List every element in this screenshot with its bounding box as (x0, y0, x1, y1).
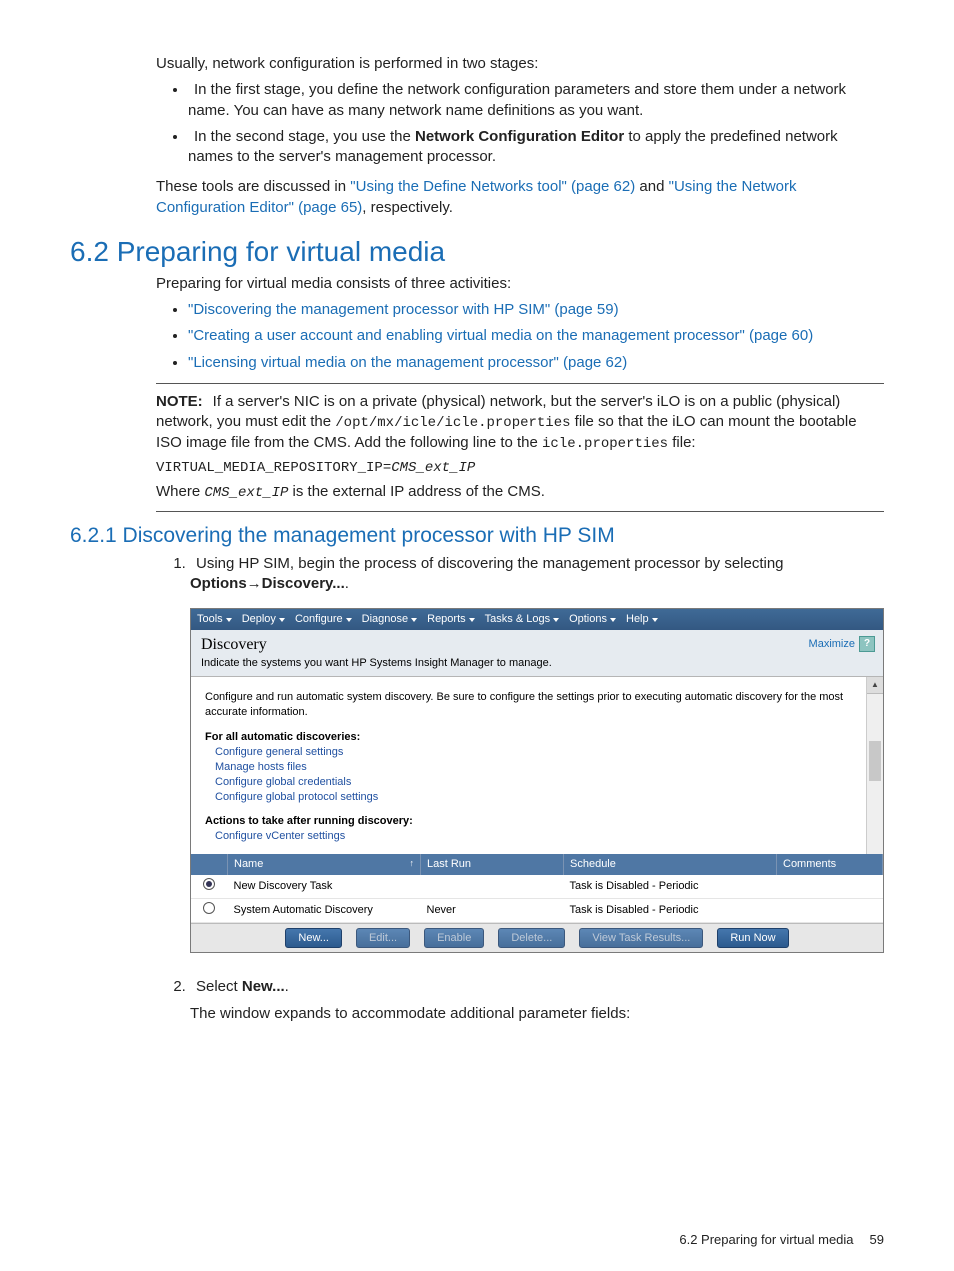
caret-down-icon (469, 618, 475, 622)
sim-title: Discovery (201, 634, 873, 656)
col-last-run[interactable]: Last Run (421, 854, 564, 875)
sec62-lead: Preparing for virtual media consists of … (156, 274, 884, 294)
link-vcenter-settings[interactable]: Configure vCenter settings (215, 829, 869, 844)
link-manage-hosts[interactable]: Manage hosts files (215, 760, 869, 775)
link-discovering-mp[interactable]: "Discovering the management processor wi… (188, 301, 619, 318)
menu-diagnose[interactable]: Diagnose (362, 612, 417, 627)
caret-down-icon (411, 618, 417, 622)
note-after: Where CMS_ext_IP is the external IP addr… (156, 482, 884, 503)
table-row[interactable]: New Discovery Task Task is Disabled - Pe… (191, 875, 883, 898)
help-icon[interactable]: ? (859, 636, 875, 652)
caret-down-icon (610, 618, 616, 622)
scrollbar[interactable]: ▲ (866, 677, 883, 854)
caret-down-icon (226, 618, 232, 622)
link-licensing-media[interactable]: "Licensing virtual media on the manageme… (188, 354, 627, 371)
hp-sim-screenshot: Tools Deploy Configure Diagnose Reports … (190, 608, 884, 953)
caret-down-icon (279, 618, 285, 622)
page-footer: 6.2 Preparing for virtual media59 (679, 1232, 884, 1247)
scroll-thumb[interactable] (869, 741, 881, 781)
enable-button[interactable]: Enable (424, 928, 484, 949)
link-define-networks[interactable]: "Using the Define Networks tool" (page 6… (350, 178, 635, 195)
rule-bottom (156, 511, 884, 512)
col-schedule[interactable]: Schedule (564, 854, 777, 875)
link-creating-user[interactable]: "Creating a user account and enabling vi… (188, 327, 813, 344)
run-now-button[interactable]: Run Now (717, 928, 788, 949)
col-comments[interactable]: Comments (777, 854, 883, 875)
stage-bullet-2: In the second stage, you use the Network… (188, 127, 884, 168)
new-button[interactable]: New... (285, 928, 342, 949)
heading-6-2: 6.2 Preparing for virtual media (70, 236, 884, 268)
sim-sect2-title: Actions to take after running discovery: (205, 814, 869, 829)
step-2-after: The window expands to accommodate additi… (190, 1004, 884, 1024)
menu-deploy[interactable]: Deploy (242, 612, 285, 627)
sim-subtitle: Indicate the systems you want HP Systems… (201, 656, 873, 671)
table-row[interactable]: System Automatic Discovery Never Task is… (191, 898, 883, 922)
scroll-up-icon[interactable]: ▲ (867, 677, 883, 694)
step-2: Select New.... The window expands to acc… (190, 977, 884, 1024)
note-body: NOTE:If a server's NIC is on a private (… (156, 392, 884, 454)
col-name[interactable]: Name↑ (228, 854, 421, 875)
menu-options[interactable]: Options (569, 612, 616, 627)
stages-lead: Usually, network configuration is perfor… (156, 54, 884, 74)
sort-asc-icon: ↑ (410, 857, 415, 869)
caret-down-icon (553, 618, 559, 622)
radio-unselected-icon[interactable] (203, 902, 215, 914)
tools-discussed: These tools are discussed in "Using the … (156, 177, 884, 218)
sim-header: Discovery Indicate the systems you want … (191, 630, 883, 677)
sim-menubar: Tools Deploy Configure Diagnose Reports … (191, 609, 883, 630)
menu-tools[interactable]: Tools (197, 612, 232, 627)
menu-help[interactable]: Help (626, 612, 658, 627)
sim-body: ▲ Configure and run automatic system dis… (191, 677, 883, 854)
sim-body-intro: Configure and run automatic system disco… (205, 690, 869, 720)
heading-6-2-1: 6.2.1 Discovering the management process… (70, 524, 884, 548)
maximize-link[interactable]: Maximize (809, 637, 855, 652)
menu-reports[interactable]: Reports (427, 612, 475, 627)
caret-down-icon (346, 618, 352, 622)
step-1: Using HP SIM, begin the process of disco… (190, 554, 884, 954)
note-code: VIRTUAL_MEDIA_REPOSITORY_IP=CMS_ext_IP (156, 460, 884, 476)
menu-tasks-logs[interactable]: Tasks & Logs (485, 612, 559, 627)
radio-selected-icon[interactable] (203, 878, 215, 890)
link-global-credentials[interactable]: Configure global credentials (215, 775, 869, 790)
sim-buttonbar: New... Edit... Enable Delete... View Tas… (191, 923, 883, 953)
caret-down-icon (652, 618, 658, 622)
link-general-settings[interactable]: Configure general settings (215, 745, 869, 760)
delete-button[interactable]: Delete... (498, 928, 565, 949)
edit-button[interactable]: Edit... (356, 928, 410, 949)
discovery-task-table: Name↑ Last Run Schedule Comments New Dis… (191, 854, 883, 923)
link-global-protocol[interactable]: Configure global protocol settings (215, 790, 869, 805)
sim-sect1-title: For all automatic discoveries: (205, 730, 869, 745)
view-task-results-button[interactable]: View Task Results... (579, 928, 703, 949)
stage-bullet-1: In the first stage, you define the netwo… (188, 80, 884, 121)
menu-configure[interactable]: Configure (295, 612, 352, 627)
rule-top (156, 383, 884, 384)
